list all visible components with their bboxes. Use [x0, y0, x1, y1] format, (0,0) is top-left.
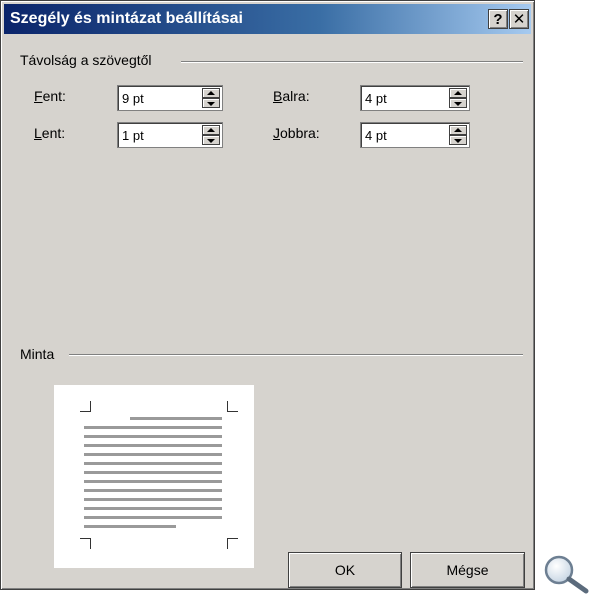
preview-area [54, 385, 254, 568]
preview-text-line [84, 489, 222, 492]
corner-mark-bottom-left [80, 538, 91, 549]
top-spin-up-button[interactable] [202, 88, 220, 98]
top-label: Fent: [34, 88, 66, 104]
bottom-spacing-spinner[interactable] [117, 122, 223, 148]
arrow-up-icon [207, 128, 215, 132]
preview-text-line [84, 525, 176, 528]
top-spacing-input[interactable] [122, 89, 192, 107]
bottom-label: Lent: [34, 125, 65, 141]
right-spin-buttons [449, 125, 467, 145]
right-label: Jobbra: [273, 125, 320, 141]
top-label-text: ent: [42, 88, 66, 104]
right-label-accesskey: J [273, 125, 280, 141]
spacing-group-label: Távolság a szövegtől [20, 52, 160, 68]
title-bar: Szegély és mintázat beállításai ? ✕ [4, 4, 531, 34]
corner-mark-top-left [80, 401, 91, 412]
preview-text-line [84, 453, 222, 456]
bottom-spacing-input[interactable] [122, 126, 192, 144]
left-label-text: alra: [282, 88, 310, 104]
right-spin-up-button[interactable] [449, 125, 467, 135]
preview-text-line [84, 444, 222, 447]
ok-button[interactable]: OK [288, 552, 402, 588]
border-shading-options-dialog: Szegély és mintázat beállításai ? ✕ Távo… [0, 0, 535, 590]
close-icon: ✕ [512, 11, 526, 28]
left-label: Balra: [273, 88, 310, 104]
arrow-down-icon [207, 102, 215, 106]
preview-group-label: Minta [20, 346, 63, 362]
spacing-group-divider [181, 61, 523, 63]
preview-group-divider [69, 354, 523, 356]
arrow-up-icon [207, 91, 215, 95]
help-button[interactable]: ? [488, 9, 508, 29]
right-spin-down-button[interactable] [449, 135, 467, 145]
arrow-down-icon [207, 139, 215, 143]
window-title: Szegély és mintázat beállításai [10, 10, 243, 27]
left-spin-buttons [449, 88, 467, 108]
bottom-label-accesskey: L [34, 125, 42, 141]
help-icon: ? [493, 11, 503, 28]
left-spacing-spinner[interactable] [360, 85, 470, 111]
arrow-down-icon [454, 139, 462, 143]
magnifier-icon[interactable] [542, 554, 590, 594]
bottom-label-text: ent: [41, 125, 66, 141]
preview-text-line [84, 435, 222, 438]
bottom-spin-buttons [202, 125, 220, 145]
top-spin-down-button[interactable] [202, 98, 220, 108]
preview-text-line [84, 507, 222, 510]
preview-text-line [130, 417, 222, 420]
preview-text-line [84, 462, 222, 465]
preview-text-line [84, 471, 222, 474]
top-spin-buttons [202, 88, 220, 108]
magnifier-icon-graphic [544, 555, 589, 594]
left-spacing-input[interactable] [365, 89, 435, 107]
arrow-up-icon [454, 128, 462, 132]
preview-text-line [84, 498, 222, 501]
arrow-down-icon [454, 102, 462, 106]
left-spin-down-button[interactable] [449, 98, 467, 108]
corner-mark-top-right [227, 401, 238, 412]
top-spacing-spinner[interactable] [117, 85, 223, 111]
preview-text-line [84, 480, 222, 483]
arrow-up-icon [454, 91, 462, 95]
right-spacing-input[interactable] [365, 126, 435, 144]
cancel-button[interactable]: Mégse [410, 552, 525, 588]
corner-mark-bottom-right [227, 538, 238, 549]
preview-text-line [84, 426, 222, 429]
left-spin-up-button[interactable] [449, 88, 467, 98]
right-spacing-spinner[interactable] [360, 122, 470, 148]
bottom-spin-up-button[interactable] [202, 125, 220, 135]
top-label-accesskey: F [34, 88, 43, 104]
left-label-accesskey: B [273, 88, 283, 104]
close-button[interactable]: ✕ [509, 9, 529, 29]
preview-text-line [84, 516, 222, 519]
bottom-spin-down-button[interactable] [202, 135, 220, 145]
right-label-text: obbra: [280, 125, 320, 141]
